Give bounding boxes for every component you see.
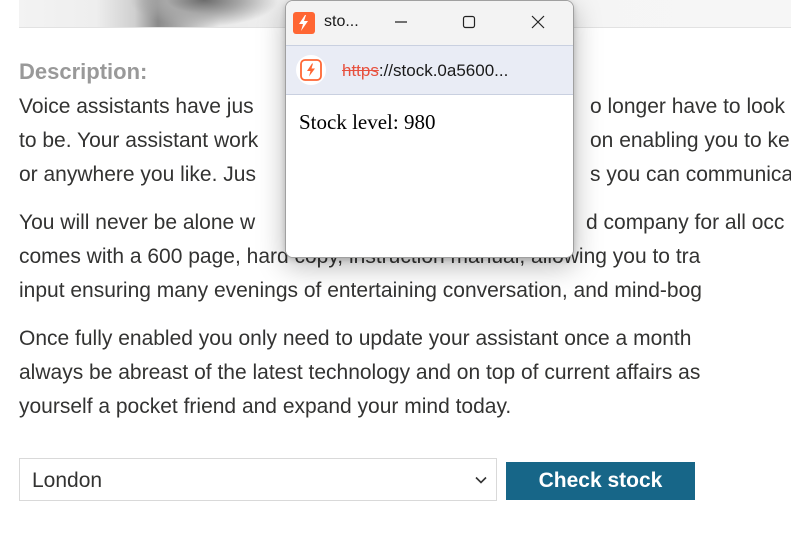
store-select-value: London — [32, 469, 103, 492]
product-page: Description: Voice assistants have jus t… — [0, 0, 791, 533]
url-field[interactable]: https://stock.0a5600... — [286, 45, 573, 95]
minimize-button[interactable] — [378, 1, 424, 45]
stock-level-text: Stock level: 980 — [299, 110, 436, 134]
description-paragraph: Voice assistants have jus to be. Your as… — [19, 90, 258, 192]
close-button[interactable] — [515, 1, 561, 45]
popup-address-bar: https://stock.0a5600... — [286, 45, 573, 95]
popup-titlebar[interactable]: sto... — [286, 1, 573, 45]
paragraph-line: o longer have to look — [590, 95, 785, 118]
stock-check-form: London Check stock — [19, 458, 719, 504]
chevron-down-icon — [474, 473, 488, 487]
minimize-icon — [395, 21, 407, 23]
description-paragraph-fragment: d company for all occ — [586, 206, 784, 240]
url-scheme: https — [342, 61, 379, 80]
close-icon — [531, 15, 545, 29]
popup-content: Stock level: 980 — [286, 97, 573, 257]
maximize-button[interactable] — [446, 1, 492, 45]
paragraph-line: yourself a pocket friend and expand your… — [19, 395, 512, 418]
check-stock-button[interactable]: Check stock — [506, 462, 695, 500]
lightning-icon — [293, 12, 315, 34]
url-rest: ://stock.0a5600... — [378, 61, 509, 80]
paragraph-line: to be. Your assistant work — [19, 129, 259, 152]
site-info-button[interactable] — [296, 55, 326, 85]
stock-popup-window: sto... https://stock.0a5600... Stock lev… — [285, 0, 574, 258]
lightning-icon — [300, 59, 322, 81]
paragraph-line: d company for all occ — [586, 211, 785, 234]
url-text: https://stock.0a5600... — [342, 61, 508, 81]
description-paragraph: Once fully enabled you only need to upda… — [19, 322, 700, 424]
paragraph-line: or anywhere you like. Jus — [19, 163, 256, 186]
paragraph-line: always be abreast of the latest technolo… — [19, 361, 701, 384]
paragraph-line: on enabling you to ke — [590, 129, 790, 152]
paragraph-line: input ensuring many evenings of entertai… — [19, 279, 702, 302]
paragraph-line: Voice assistants have jus — [19, 95, 254, 118]
paragraph-line: s you can communica — [590, 163, 791, 186]
store-select[interactable]: London — [19, 458, 497, 501]
paragraph-line: Once fully enabled you only need to upda… — [19, 327, 692, 350]
description-heading: Description: — [19, 59, 148, 84]
maximize-icon — [462, 15, 476, 29]
description-paragraph-fragment: o longer have to look on enabling you to… — [590, 90, 791, 192]
popup-title: sto... — [324, 13, 359, 30]
